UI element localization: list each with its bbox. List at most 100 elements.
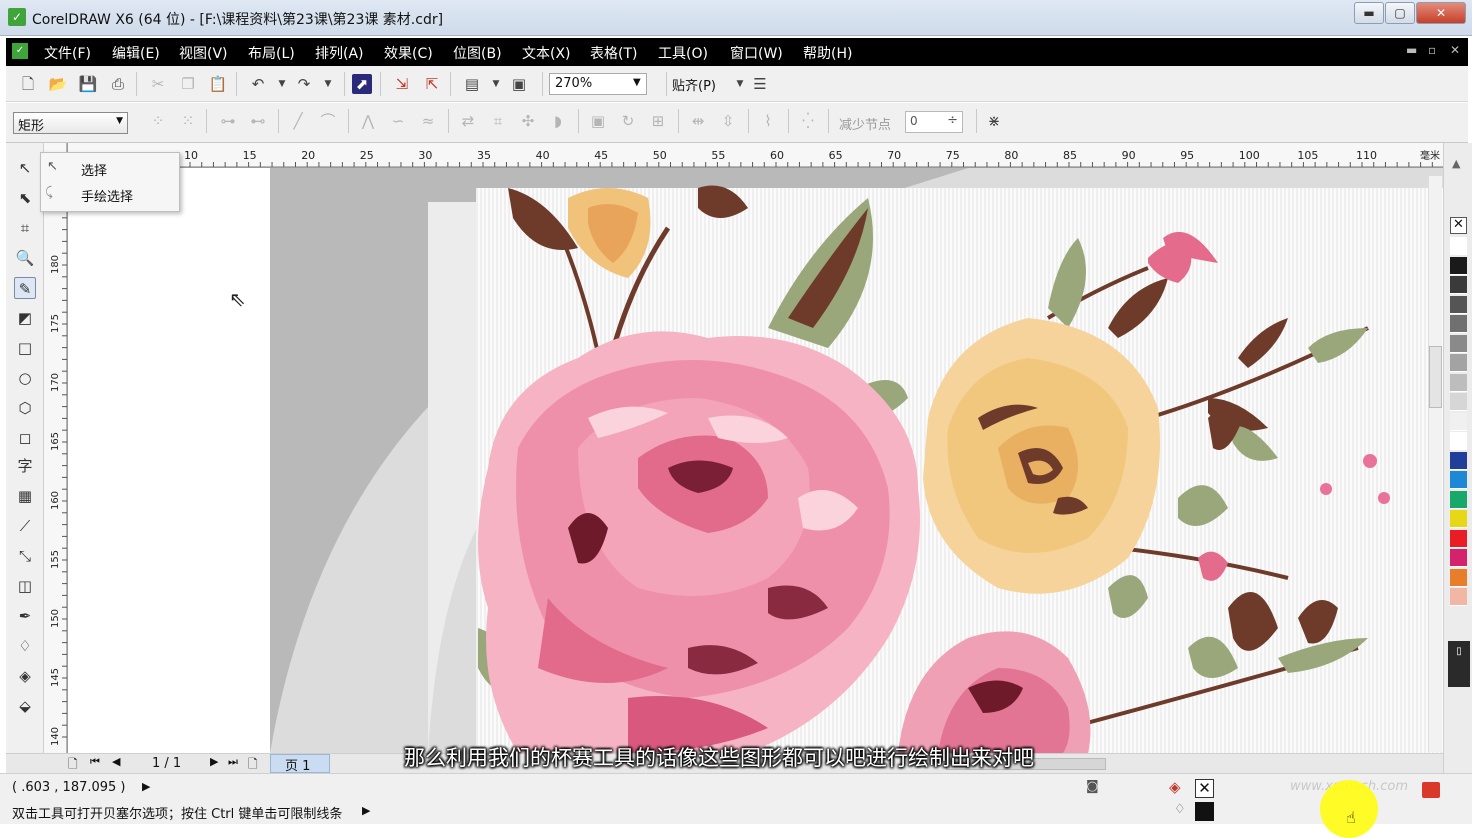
no-fill-indicator[interactable]: ✕ — [1195, 779, 1214, 798]
color-swatch[interactable] — [1450, 295, 1467, 314]
vertical-reflect-icon[interactable]: ⇳ — [718, 111, 738, 131]
color-swatch[interactable] — [1450, 412, 1467, 431]
stretch-nodes-icon[interactable]: ▣ — [588, 111, 608, 131]
import-icon[interactable]: ⇲ — [392, 74, 412, 94]
zoom-dropdown-icon[interactable]: ▼ — [633, 77, 641, 88]
redo-dropdown-icon[interactable]: ▼ — [318, 74, 338, 94]
horizontal-ruler[interactable]: 10 15 20 25 30 35 40 45 50 55 60 65 70 75 80 85 90 95 100 1… — [68, 143, 1443, 168]
menu-effects[interactable]: 效果(C) — [384, 43, 433, 63]
color-swatch[interactable] — [1450, 490, 1467, 509]
elastic-mode-icon[interactable]: ⌇ — [758, 111, 778, 131]
color-swatch[interactable] — [1450, 354, 1467, 372]
copy-icon[interactable]: ❐ — [178, 74, 198, 94]
delete-node-icon[interactable]: ⁙ — [178, 111, 198, 131]
shape-type-select[interactable]: 矩形 ▼ — [13, 112, 128, 134]
color-proof-icon[interactable]: ◙ — [1086, 779, 1099, 794]
dimension-tool-icon[interactable]: ⟋ — [14, 515, 36, 537]
crop-tool-icon[interactable]: ⌗ — [14, 217, 36, 239]
publish-pdf-icon[interactable]: ▤ — [462, 74, 482, 94]
basic-shapes-tool-icon[interactable]: ◻ — [14, 427, 36, 449]
symmetrical-node-icon[interactable]: ≈ — [418, 111, 438, 131]
polygon-tool-icon[interactable]: ⬡ — [14, 397, 36, 419]
extend-curve-icon[interactable]: ⌗ — [488, 111, 508, 131]
break-curve-icon[interactable]: ⊷ — [248, 111, 268, 131]
snap-dropdown-icon[interactable]: ▼ — [730, 74, 750, 94]
blend-tool-icon[interactable]: ◫ — [14, 575, 36, 597]
to-curve-icon[interactable]: ⌒ — [318, 111, 338, 131]
color-swatch[interactable] — [1450, 529, 1467, 548]
color-swatch[interactable] — [1450, 588, 1467, 606]
maximize-button[interactable]: ▢ — [1385, 2, 1415, 24]
color-swatch[interactable] — [1450, 549, 1467, 567]
color-swatch[interactable] — [1450, 373, 1467, 392]
color-swatch[interactable] — [1450, 334, 1467, 353]
outline-tool-icon[interactable]: ♢ — [14, 635, 36, 657]
color-swatch[interactable] — [1450, 256, 1467, 275]
eyedropper-tool-icon[interactable]: ✒ — [14, 605, 36, 627]
curve-smoothness-icon[interactable]: ⋇ — [984, 111, 1004, 131]
reverse-direction-icon[interactable]: ⇄ — [458, 111, 478, 131]
reduce-nodes-button[interactable]: 减少节点 — [839, 114, 891, 133]
connector-tool-icon[interactable]: ⤡ — [14, 545, 36, 567]
shape-tool-icon[interactable]: ⬉ — [14, 187, 36, 209]
join-nodes-icon[interactable]: ⊶ — [218, 111, 238, 131]
menu-help[interactable]: 帮助(H) — [803, 43, 852, 63]
outline-color-indicator[interactable] — [1195, 802, 1214, 821]
select-all-nodes-icon[interactable]: ⁛ — [798, 111, 818, 131]
undo-dropdown-icon[interactable]: ▼ — [272, 74, 292, 94]
first-page-icon[interactable]: ⏮ — [90, 755, 100, 769]
color-swatch[interactable] — [1450, 432, 1467, 450]
close-button[interactable]: ✕ — [1416, 2, 1466, 24]
doc-restore-icon[interactable]: ▫ — [1428, 43, 1436, 57]
ellipse-tool-icon[interactable]: ○ — [14, 367, 36, 389]
close-curve-icon[interactable]: ◗ — [548, 111, 568, 131]
undo-icon[interactable]: ↶ — [248, 74, 268, 94]
scrollbar-thumb[interactable] — [1429, 346, 1442, 408]
export-icon[interactable]: ⇱ — [422, 74, 442, 94]
color-swatch[interactable] — [1450, 276, 1467, 294]
color-swatch[interactable] — [1450, 237, 1467, 255]
print-icon[interactable]: ⎙ — [108, 74, 128, 94]
flyout-item-freehand-pick[interactable]: 手绘选择 — [81, 186, 133, 205]
paste-icon[interactable]: 📋 — [208, 74, 228, 94]
options-icon[interactable]: ☰ — [750, 74, 770, 94]
menu-tools[interactable]: 工具(O) — [658, 43, 708, 63]
add-node-icon[interactable]: ⁘ — [148, 111, 168, 131]
new-document-icon[interactable]: 🗋 — [18, 74, 38, 94]
rotate-nodes-icon[interactable]: ↻ — [618, 111, 638, 131]
menu-file[interactable]: 文件(F) — [44, 43, 91, 63]
zoom-tool-icon[interactable]: 🔍 — [14, 247, 36, 269]
menu-bitmaps[interactable]: 位图(B) — [453, 43, 502, 63]
reduce-nodes-input[interactable]: 0 ÷ — [905, 111, 963, 133]
expand-status-icon[interactable]: ▶ — [142, 780, 150, 793]
smooth-node-icon[interactable]: ∽ — [388, 111, 408, 131]
color-swatch[interactable] — [1450, 471, 1467, 489]
color-swatch[interactable] — [1450, 451, 1467, 470]
minimize-button[interactable]: ▬ — [1354, 2, 1384, 24]
snap-to-button[interactable]: 贴齐(P) — [672, 75, 716, 94]
color-swatch[interactable] — [1450, 568, 1467, 587]
horizontal-reflect-icon[interactable]: ⇹ — [688, 111, 708, 131]
prev-page-icon[interactable]: ◀ — [112, 755, 120, 768]
stepper-icon[interactable]: ÷ — [947, 113, 958, 128]
to-line-icon[interactable]: ╱ — [288, 111, 308, 131]
open-folder-icon[interactable]: 📂 — [48, 74, 68, 94]
page-tab[interactable]: 页 1 — [270, 754, 330, 774]
welcome-screen-icon[interactable]: ▣ — [509, 74, 529, 94]
cusp-node-icon[interactable]: ⋀ — [358, 111, 378, 131]
table-tool-icon[interactable]: ▦ — [14, 485, 36, 507]
fill-tool-icon[interactable]: ◈ — [14, 665, 36, 687]
last-page-icon[interactable]: ⏭ — [228, 755, 238, 769]
drawing-canvas[interactable] — [68, 168, 1443, 753]
cut-icon[interactable]: ✂ — [148, 74, 168, 94]
smart-fill-tool-icon[interactable]: ◩ — [14, 307, 36, 329]
rectangle-tool-icon[interactable]: □ — [14, 337, 36, 359]
menu-window[interactable]: 窗口(W) — [730, 43, 783, 63]
menu-edit[interactable]: 编辑(E) — [112, 43, 160, 63]
pick-tool-icon[interactable]: ↖ — [14, 157, 36, 179]
align-nodes-icon[interactable]: ⊞ — [648, 111, 668, 131]
application-launcher-dropdown-icon[interactable]: ▼ — [486, 74, 506, 94]
vertical-scrollbar[interactable] — [1428, 176, 1442, 752]
panel-tab-icon[interactable]: ▯ — [1448, 641, 1470, 687]
interactive-fill-tool-icon[interactable]: ⬙ — [14, 695, 36, 717]
